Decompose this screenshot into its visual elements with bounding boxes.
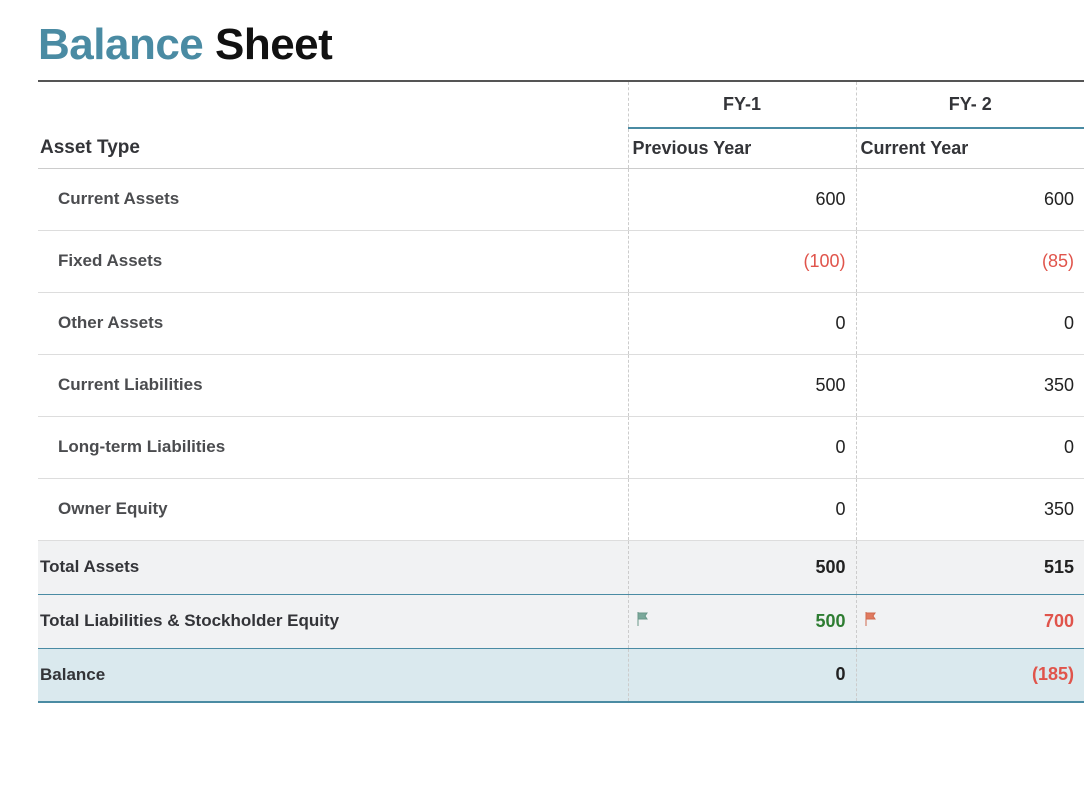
table-row: Other Assets 0 0 [38,292,1084,354]
cell-value: (100) [668,230,856,292]
cell-value: (85) [896,230,1084,292]
row-label: Balance [38,648,628,702]
cell-value: 350 [896,478,1084,540]
row-label: Total Liabilities & Stockholder Equity [38,594,628,648]
previous-year-header: Previous Year [628,128,856,168]
row-label: Total Assets [38,540,628,594]
flag-icon [863,611,879,632]
row-label: Fixed Assets [38,230,628,292]
table-row: Current Assets 600 600 [38,168,1084,230]
cell-value: 0 [668,416,856,478]
cell-value: 500 [668,540,856,594]
row-label: Long-term Liabilities [38,416,628,478]
row-label: Other Assets [38,292,628,354]
cell-value: 515 [896,540,1084,594]
cell-value: 0 [668,478,856,540]
table-row: Owner Equity 0 350 [38,478,1084,540]
fy1-header: FY-1 [628,82,856,128]
table-row: Fixed Assets (100) (85) [38,230,1084,292]
cell-value: (185) [896,648,1084,702]
table-row: Long-term Liabilities 0 0 [38,416,1084,478]
fiscal-year-row: FY-1 FY- 2 [38,82,1084,128]
page-title: Balance Sheet [38,20,1084,70]
fy2-header: FY- 2 [856,82,1084,128]
total-assets-row: Total Assets 500 515 [38,540,1084,594]
cell-value: 0 [668,648,856,702]
cell-value: 500 [668,354,856,416]
cell-value: 350 [896,354,1084,416]
row-label: Current Liabilities [38,354,628,416]
row-label: Current Assets [38,168,628,230]
column-header-row: Asset Type Previous Year Current Year [38,128,1084,168]
cell-value: 600 [896,168,1084,230]
title-accent: Balance [38,20,203,69]
title-rest: Sheet [203,20,332,69]
total-liabilities-equity-row: Total Liabilities & Stockholder Equity 5… [38,594,1084,648]
row-label: Owner Equity [38,478,628,540]
cell-value: 500 [668,594,856,648]
flag-icon [635,611,651,632]
asset-type-header: Asset Type [38,128,628,168]
cell-value: 700 [896,594,1084,648]
cell-value: 0 [896,292,1084,354]
cell-value: 0 [896,416,1084,478]
table-row: Current Liabilities 500 350 [38,354,1084,416]
cell-value: 600 [668,168,856,230]
cell-value: 0 [668,292,856,354]
balance-sheet-table: FY-1 FY- 2 Asset Type Previous Year Curr… [38,82,1084,703]
current-year-header: Current Year [856,128,1084,168]
balance-row: Balance 0 (185) [38,648,1084,702]
